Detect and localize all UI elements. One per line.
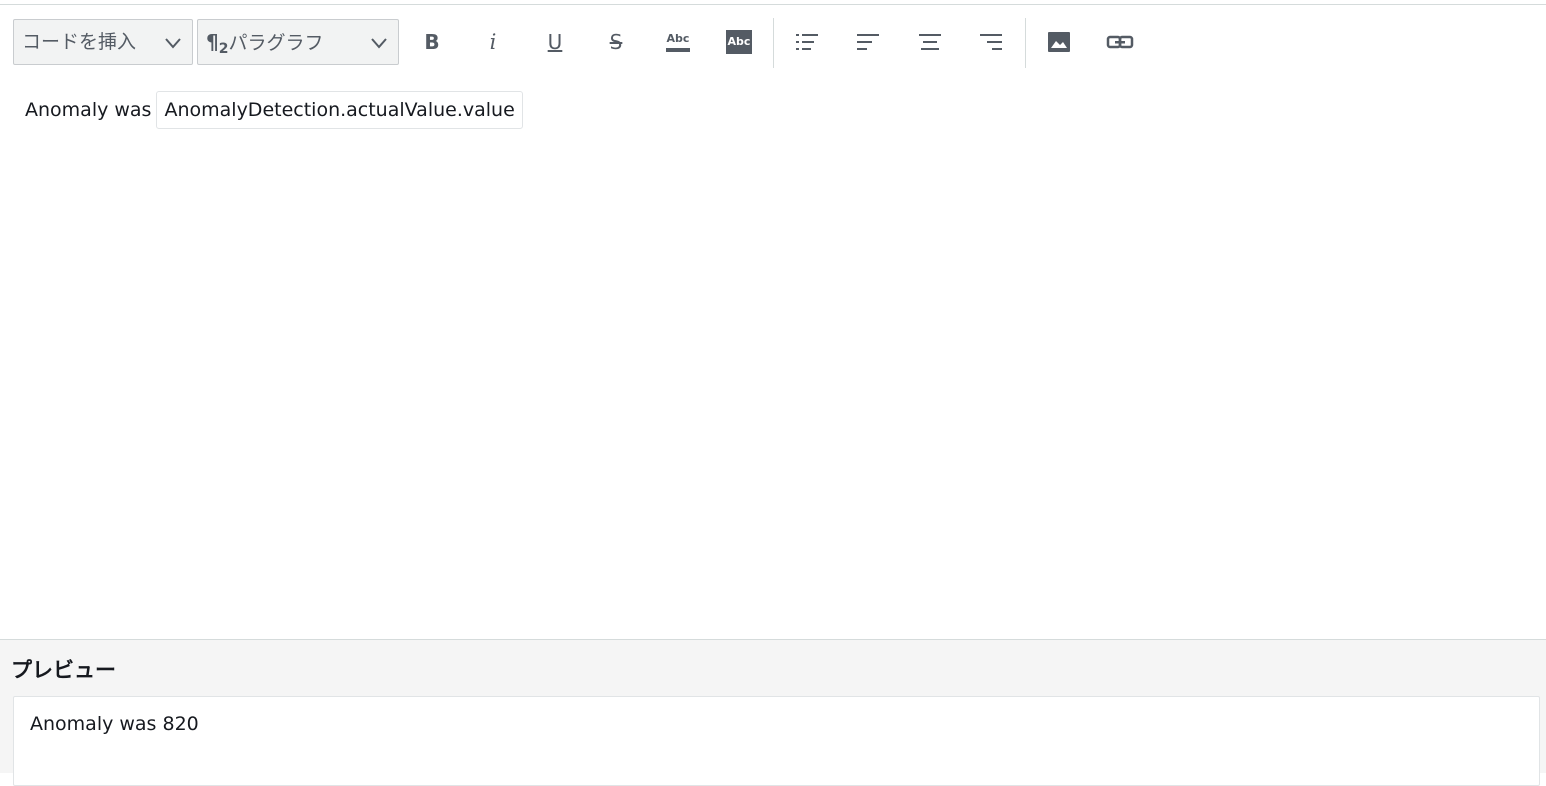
top-divider xyxy=(0,4,1546,5)
preview-text: Anomaly was 820 xyxy=(30,713,199,735)
italic-icon: i xyxy=(489,30,497,54)
strikethrough-button[interactable]: S xyxy=(598,24,634,60)
text-color-icon: Abc xyxy=(666,32,690,52)
preview-title: プレビュー xyxy=(11,658,116,682)
insert-code-label: コードを挿入 xyxy=(22,31,137,53)
underline-button[interactable]: U xyxy=(537,24,573,60)
highlight-color-icon: Abc xyxy=(726,30,752,54)
chevron-down-icon xyxy=(165,38,181,49)
editor-text: Anomaly was xyxy=(25,99,152,121)
link-icon xyxy=(1106,35,1134,49)
italic-button[interactable]: i xyxy=(475,24,511,60)
toolbar-separator xyxy=(773,18,774,68)
bulleted-list-icon xyxy=(796,34,818,50)
align-left-icon xyxy=(857,34,879,50)
editor-toolbar: コードを挿入 ¶2パラグラフ B i U S Abc Abc xyxy=(0,18,1546,68)
image-icon xyxy=(1048,32,1070,52)
variable-chip[interactable]: AnomalyDetection.actualValue.value xyxy=(156,91,523,129)
bold-icon: B xyxy=(424,30,440,54)
paragraph-style-dropdown[interactable]: ¶2パラグラフ xyxy=(197,19,399,65)
insert-code-dropdown[interactable]: コードを挿入 xyxy=(13,19,193,65)
strikethrough-icon: S xyxy=(609,30,623,54)
align-right-icon xyxy=(980,34,1002,50)
chevron-down-icon xyxy=(371,38,387,49)
underline-icon: U xyxy=(547,30,563,54)
bulleted-list-button[interactable] xyxy=(789,24,825,60)
align-center-icon xyxy=(919,34,941,50)
bold-button[interactable]: B xyxy=(414,24,450,60)
align-right-button[interactable] xyxy=(973,24,1009,60)
toolbar-separator xyxy=(1025,18,1026,68)
align-center-button[interactable] xyxy=(912,24,948,60)
rich-text-editor[interactable]: Anomaly was AnomalyDetection.actualValue… xyxy=(0,88,1546,638)
paragraph-style-label: パラグラフ xyxy=(228,32,324,54)
preview-panel: プレビュー Anomaly was 820 xyxy=(0,639,1546,786)
highlight-color-button[interactable]: Abc xyxy=(721,24,757,60)
align-left-button[interactable] xyxy=(850,24,886,60)
preview-box: Anomaly was 820 xyxy=(13,696,1540,786)
text-color-button[interactable]: Abc xyxy=(660,24,696,60)
paragraph-icon: ¶2 xyxy=(206,30,229,57)
editor-paragraph: Anomaly was AnomalyDetection.actualValue… xyxy=(25,91,523,129)
insert-image-button[interactable] xyxy=(1041,24,1077,60)
insert-link-button[interactable] xyxy=(1102,24,1138,60)
